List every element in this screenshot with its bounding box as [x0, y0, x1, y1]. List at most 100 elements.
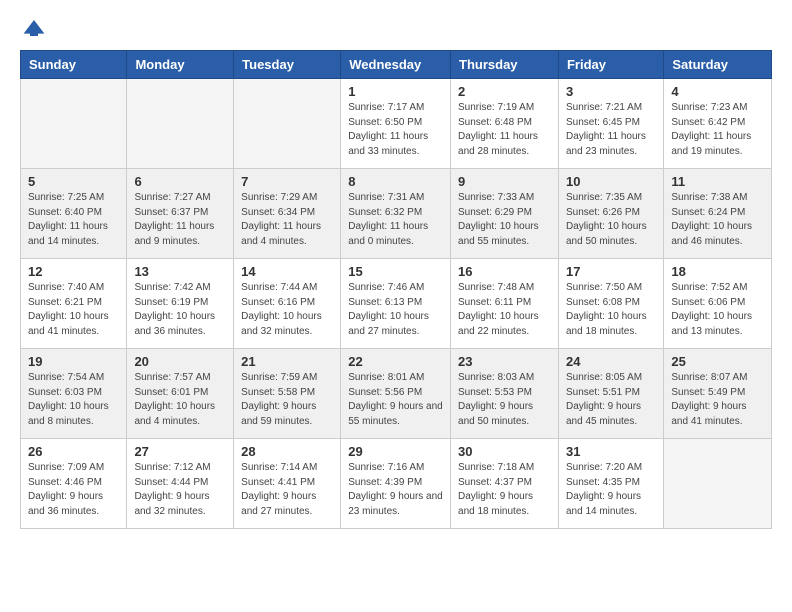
header-row: SundayMondayTuesdayWednesdayThursdayFrid… — [21, 51, 772, 79]
day-info: Sunrise: 7:54 AM Sunset: 6:03 PM Dayligh… — [28, 371, 119, 429]
calendar-cell: 3 Sunrise: 7:21 AM Sunset: 6:45 PM Daylig… — [558, 79, 663, 169]
calendar-cell: 23 Sunrise: 8:03 AM Sunset: 5:53 PM Dayli… — [451, 349, 559, 439]
day-info: Sunrise: 7:14 AM Sunset: 4:41 PM Dayligh… — [241, 461, 333, 519]
calendar-cell: 22 Sunrise: 8:01 AM Sunset: 5:56 PM Dayli… — [341, 349, 451, 439]
day-number: 11 — [671, 174, 764, 189]
day-info: Sunrise: 8:05 AM Sunset: 5:51 PM Dayligh… — [566, 371, 656, 429]
calendar-cell: 15 Sunrise: 7:46 AM Sunset: 6:13 PM Dayli… — [341, 259, 451, 349]
day-info: Sunrise: 7:19 AM Sunset: 6:48 PM Dayligh… — [458, 101, 551, 159]
day-info: Sunrise: 7:38 AM Sunset: 6:24 PM Dayligh… — [671, 191, 764, 249]
calendar-cell: 11 Sunrise: 7:38 AM Sunset: 6:24 PM Dayli… — [664, 169, 772, 259]
calendar-cell — [127, 79, 234, 169]
day-number: 12 — [28, 264, 119, 279]
day-number: 16 — [458, 264, 551, 279]
day-info: Sunrise: 7:09 AM Sunset: 4:46 PM Dayligh… — [28, 461, 119, 519]
calendar-cell: 19 Sunrise: 7:54 AM Sunset: 6:03 PM Dayli… — [21, 349, 127, 439]
day-number: 13 — [134, 264, 226, 279]
day-number: 1 — [348, 84, 443, 99]
day-info: Sunrise: 7:27 AM Sunset: 6:37 PM Dayligh… — [134, 191, 226, 249]
day-number: 7 — [241, 174, 333, 189]
day-number: 30 — [458, 444, 551, 459]
day-number: 21 — [241, 354, 333, 369]
day-info: Sunrise: 7:12 AM Sunset: 4:44 PM Dayligh… — [134, 461, 226, 519]
calendar-cell: 2 Sunrise: 7:19 AM Sunset: 6:48 PM Daylig… — [451, 79, 559, 169]
calendar-cell: 4Sunrise: 7:23 AM Sunset: 6:42 PM Daylig… — [664, 79, 772, 169]
day-number: 19 — [28, 354, 119, 369]
day-info: Sunrise: 7:44 AM Sunset: 6:16 PM Dayligh… — [241, 281, 333, 339]
day-info: Sunrise: 7:50 AM Sunset: 6:08 PM Dayligh… — [566, 281, 656, 339]
calendar-cell: 14 Sunrise: 7:44 AM Sunset: 6:16 PM Dayli… — [234, 259, 341, 349]
day-info: Sunrise: 7:29 AM Sunset: 6:34 PM Dayligh… — [241, 191, 333, 249]
calendar-cell: 28 Sunrise: 7:14 AM Sunset: 4:41 PM Dayli… — [234, 439, 341, 529]
day-info: Sunrise: 7:42 AM Sunset: 6:19 PM Dayligh… — [134, 281, 226, 339]
week-row-3: 12 Sunrise: 7:40 AM Sunset: 6:21 PM Dayli… — [21, 259, 772, 349]
day-info: Sunrise: 7:25 AM Sunset: 6:40 PM Dayligh… — [28, 191, 119, 249]
calendar-cell: 9Sunrise: 7:33 AM Sunset: 6:29 PM Daylig… — [451, 169, 559, 259]
day-info: Sunrise: 7:46 AM Sunset: 6:13 PM Dayligh… — [348, 281, 443, 339]
day-info: Sunrise: 7:52 AM Sunset: 6:06 PM Dayligh… — [671, 281, 764, 339]
day-info: Sunrise: 7:16 AM Sunset: 4:39 PM Dayligh… — [348, 461, 443, 519]
calendar-cell: 1Sunrise: 7:17 AM Sunset: 6:50 PM Daylig… — [341, 79, 451, 169]
day-number: 6 — [134, 174, 226, 189]
day-number: 25 — [671, 354, 764, 369]
calendar-cell: 10Sunrise: 7:35 AM Sunset: 6:26 PM Dayli… — [558, 169, 663, 259]
calendar-cell: 18 Sunrise: 7:52 AM Sunset: 6:06 PM Dayli… — [664, 259, 772, 349]
calendar-cell: 12 Sunrise: 7:40 AM Sunset: 6:21 PM Dayli… — [21, 259, 127, 349]
day-info: Sunrise: 7:20 AM Sunset: 4:35 PM Dayligh… — [566, 461, 656, 519]
calendar-cell — [664, 439, 772, 529]
logo-icon — [22, 16, 46, 40]
day-info: Sunrise: 8:01 AM Sunset: 5:56 PM Dayligh… — [348, 371, 443, 429]
calendar: SundayMondayTuesdayWednesdayThursdayFrid… — [20, 50, 772, 529]
calendar-cell: 25 Sunrise: 8:07 AM Sunset: 5:49 PM Dayli… — [664, 349, 772, 439]
week-row-5: 26 Sunrise: 7:09 AM Sunset: 4:46 PM Dayli… — [21, 439, 772, 529]
day-number: 28 — [241, 444, 333, 459]
calendar-cell: 16Sunrise: 7:48 AM Sunset: 6:11 PM Dayli… — [451, 259, 559, 349]
day-info: Sunrise: 7:57 AM Sunset: 6:01 PM Dayligh… — [134, 371, 226, 429]
calendar-cell: 29Sunrise: 7:16 AM Sunset: 4:39 PM Dayli… — [341, 439, 451, 529]
col-header-tuesday: Tuesday — [234, 51, 341, 79]
calendar-cell: 31Sunrise: 7:20 AM Sunset: 4:35 PM Dayli… — [558, 439, 663, 529]
col-header-sunday: Sunday — [21, 51, 127, 79]
logo — [20, 16, 46, 40]
week-row-2: 5 Sunrise: 7:25 AM Sunset: 6:40 PM Daylig… — [21, 169, 772, 259]
col-header-thursday: Thursday — [451, 51, 559, 79]
day-number: 17 — [566, 264, 656, 279]
day-number: 15 — [348, 264, 443, 279]
day-info: Sunrise: 7:40 AM Sunset: 6:21 PM Dayligh… — [28, 281, 119, 339]
day-info: Sunrise: 7:23 AM Sunset: 6:42 PM Dayligh… — [671, 101, 764, 159]
calendar-cell: 13 Sunrise: 7:42 AM Sunset: 6:19 PM Dayli… — [127, 259, 234, 349]
calendar-cell: 17 Sunrise: 7:50 AM Sunset: 6:08 PM Dayli… — [558, 259, 663, 349]
day-number: 14 — [241, 264, 333, 279]
page: SundayMondayTuesdayWednesdayThursdayFrid… — [0, 0, 792, 545]
calendar-cell: 6 Sunrise: 7:27 AM Sunset: 6:37 PM Daylig… — [127, 169, 234, 259]
week-row-4: 19 Sunrise: 7:54 AM Sunset: 6:03 PM Dayli… — [21, 349, 772, 439]
day-number: 27 — [134, 444, 226, 459]
calendar-cell: 7 Sunrise: 7:29 AM Sunset: 6:34 PM Daylig… — [234, 169, 341, 259]
day-info: Sunrise: 7:59 AM Sunset: 5:58 PM Dayligh… — [241, 371, 333, 429]
day-info: Sunrise: 7:35 AM Sunset: 6:26 PM Dayligh… — [566, 191, 656, 249]
day-number: 2 — [458, 84, 551, 99]
day-number: 26 — [28, 444, 119, 459]
col-header-saturday: Saturday — [664, 51, 772, 79]
day-number: 23 — [458, 354, 551, 369]
calendar-cell: 26 Sunrise: 7:09 AM Sunset: 4:46 PM Dayli… — [21, 439, 127, 529]
calendar-cell — [21, 79, 127, 169]
calendar-cell: 24Sunrise: 8:05 AM Sunset: 5:51 PM Dayli… — [558, 349, 663, 439]
day-info: Sunrise: 8:07 AM Sunset: 5:49 PM Dayligh… — [671, 371, 764, 429]
calendar-cell: 5 Sunrise: 7:25 AM Sunset: 6:40 PM Daylig… — [21, 169, 127, 259]
col-header-wednesday: Wednesday — [341, 51, 451, 79]
day-number: 3 — [566, 84, 656, 99]
day-info: Sunrise: 7:21 AM Sunset: 6:45 PM Dayligh… — [566, 101, 656, 159]
day-number: 22 — [348, 354, 443, 369]
day-number: 18 — [671, 264, 764, 279]
calendar-cell: 8Sunrise: 7:31 AM Sunset: 6:32 PM Daylig… — [341, 169, 451, 259]
col-header-friday: Friday — [558, 51, 663, 79]
day-number: 8 — [348, 174, 443, 189]
col-header-monday: Monday — [127, 51, 234, 79]
calendar-cell: 21 Sunrise: 7:59 AM Sunset: 5:58 PM Dayli… — [234, 349, 341, 439]
calendar-cell: 20 Sunrise: 7:57 AM Sunset: 6:01 PM Dayli… — [127, 349, 234, 439]
day-number: 5 — [28, 174, 119, 189]
day-number: 20 — [134, 354, 226, 369]
day-info: Sunrise: 8:03 AM Sunset: 5:53 PM Dayligh… — [458, 371, 551, 429]
calendar-cell: 30Sunrise: 7:18 AM Sunset: 4:37 PM Dayli… — [451, 439, 559, 529]
